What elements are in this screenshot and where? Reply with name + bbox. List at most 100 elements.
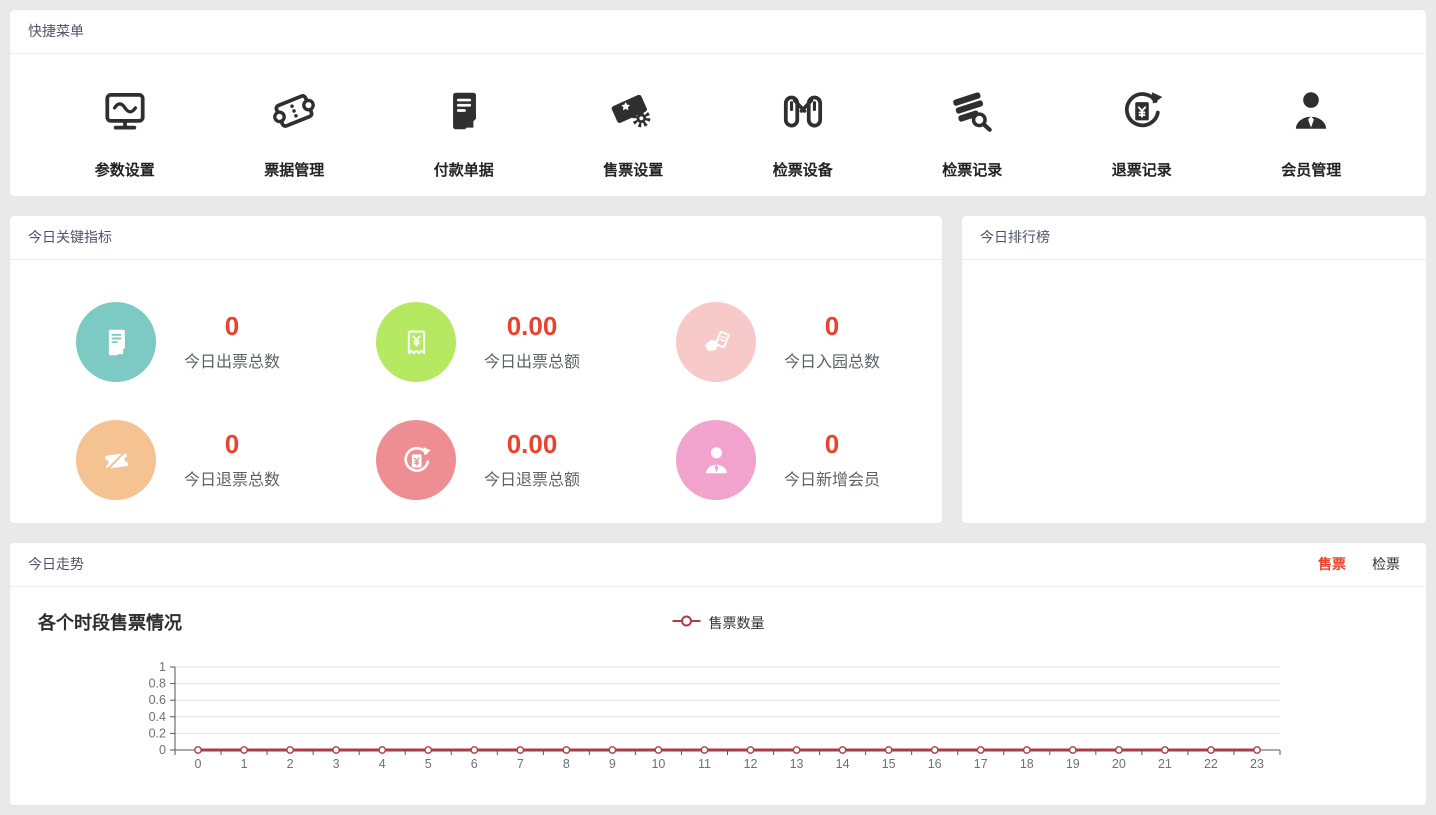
stat-label: 今日退票总额: [484, 466, 580, 490]
svg-text:3: 3: [333, 757, 340, 771]
svg-text:0.8: 0.8: [149, 677, 166, 691]
svg-text:0: 0: [159, 743, 166, 757]
dashboard-page: 快捷菜单 参数设置 票据管理 付款单据 售票设置 检票设备 检票记录 退票记录 会员管理 今日…: [0, 0, 1436, 815]
svg-text:22: 22: [1204, 757, 1218, 771]
member-icon: [1286, 86, 1336, 138]
ranking-title: 今日排行榜: [962, 216, 1426, 260]
stat-label: 今日退票总数: [184, 466, 280, 490]
stat-label: 今日入园总数: [784, 348, 880, 372]
stat-value: 0.00: [507, 430, 558, 459]
receipt-yen-white-icon: [376, 302, 456, 382]
ticket-gear-icon: [608, 86, 658, 138]
svg-text:17: 17: [974, 757, 988, 771]
svg-text:14: 14: [836, 757, 850, 771]
svg-text:15: 15: [882, 757, 896, 771]
refund-cycle-icon: [1117, 86, 1167, 138]
svg-text:18: 18: [1020, 757, 1034, 771]
svg-text:0: 0: [195, 757, 202, 771]
svg-text:0.2: 0.2: [149, 726, 166, 740]
stat-item: 0 今日出票总数: [76, 302, 376, 382]
quick-menu-item[interactable]: 售票设置: [578, 86, 688, 180]
ticket-tilted-icon: [269, 86, 319, 138]
refund-cycle-white-icon: [376, 420, 456, 500]
quick-menu-item[interactable]: 退票记录: [1087, 86, 1197, 180]
quick-menu-item[interactable]: 票据管理: [239, 86, 349, 180]
quick-menu-item-label: 票据管理: [239, 159, 349, 180]
trend-title: 今日走势: [28, 543, 84, 586]
quick-menu-item-label: 检票记录: [917, 159, 1027, 180]
quick-menu-item[interactable]: 检票设备: [748, 86, 858, 180]
stat-label: 今日新增会员: [784, 466, 880, 490]
svg-text:0.6: 0.6: [149, 693, 166, 707]
trend-tab-active[interactable]: 售票: [1318, 543, 1346, 586]
svg-text:8: 8: [563, 757, 570, 771]
middle-row: 今日关键指标 0 今日出票总数 0.00 今日出票总额 0 今日入园总数 0 今日退票总数 0.…: [10, 216, 1426, 523]
quick-menu-item[interactable]: 付款单据: [409, 86, 519, 180]
ticket-slash-white-icon: [76, 420, 156, 500]
document-white-icon: [76, 302, 156, 382]
quick-menu-item-label: 检票设备: [748, 159, 858, 180]
ranking-card: 今日排行榜: [962, 216, 1426, 523]
stat-item: 0 今日新增会员: [676, 420, 976, 500]
stat-item: 0.00 今日退票总额: [376, 420, 676, 500]
member-white-icon: [676, 420, 756, 500]
stat-label: 今日出票总数: [184, 348, 280, 372]
svg-text:0.4: 0.4: [149, 710, 166, 724]
stat-value: 0.00: [507, 312, 558, 341]
stat-value: 0: [825, 430, 839, 459]
quick-menu-item[interactable]: 参数设置: [70, 86, 180, 180]
stat-item: 0 今日退票总数: [76, 420, 376, 500]
trend-header: 今日走势 售票检票: [10, 543, 1426, 587]
svg-text:16: 16: [928, 757, 942, 771]
trend-tabs: 售票检票: [1318, 543, 1408, 586]
svg-text:10: 10: [651, 757, 665, 771]
quick-menu-title: 快捷菜单: [10, 10, 1426, 54]
chart-legend[interactable]: 售票数量: [672, 613, 765, 633]
document-lines-icon: [439, 86, 489, 138]
svg-text:21: 21: [1158, 757, 1172, 771]
stat-value: 0: [225, 430, 239, 459]
quick-menu-item[interactable]: 检票记录: [917, 86, 1027, 180]
stat-item: 0 今日入园总数: [676, 302, 976, 382]
svg-text:6: 6: [471, 757, 478, 771]
svg-text:2: 2: [287, 757, 294, 771]
svg-text:1: 1: [241, 757, 248, 771]
quick-menu-item[interactable]: 会员管理: [1256, 86, 1366, 180]
kpi-title: 今日关键指标: [10, 216, 942, 260]
turnstile-icon: [778, 86, 828, 138]
quick-menu-item-label: 退票记录: [1087, 159, 1197, 180]
stat-item: 0.00 今日出票总额: [376, 302, 676, 382]
trend-line-chart: 00.20.40.60.8101234567891011121314151617…: [140, 645, 1426, 780]
quick-menu-item-label: 会员管理: [1256, 159, 1366, 180]
legend-label: 售票数量: [709, 613, 765, 633]
monitor-wave-icon: [100, 86, 150, 138]
stat-value: 0: [225, 312, 239, 341]
stat-value: 0: [825, 312, 839, 341]
svg-text:12: 12: [744, 757, 758, 771]
svg-text:23: 23: [1250, 757, 1264, 771]
quick-menu-items: 参数设置 票据管理 付款单据 售票设置 检票设备 检票记录 退票记录 会员管理: [10, 54, 1426, 180]
kpi-card: 今日关键指标 0 今日出票总数 0.00 今日出票总额 0 今日入园总数 0 今日退票总数 0.…: [10, 216, 942, 523]
legend-circle: [682, 616, 691, 625]
svg-text:5: 5: [425, 757, 432, 771]
stat-label: 今日出票总额: [484, 348, 580, 372]
quick-menu-item-label: 参数设置: [70, 159, 180, 180]
svg-text:20: 20: [1112, 757, 1126, 771]
legend-line-marker-icon: [672, 614, 702, 633]
svg-text:1: 1: [159, 660, 166, 674]
quick-menu-item-label: 付款单据: [409, 159, 519, 180]
svg-text:4: 4: [379, 757, 386, 771]
svg-text:19: 19: [1066, 757, 1080, 771]
svg-text:13: 13: [790, 757, 804, 771]
quick-menu-item-label: 售票设置: [578, 159, 688, 180]
svg-text:9: 9: [609, 757, 616, 771]
hand-ticket-white-icon: [676, 302, 756, 382]
ticket-search-icon: [947, 86, 997, 138]
quick-menu-card: 快捷菜单 参数设置 票据管理 付款单据 售票设置 检票设备 检票记录 退票记录 会员管理: [10, 10, 1426, 196]
trend-tab-inactive[interactable]: 检票: [1372, 543, 1400, 586]
svg-text:7: 7: [517, 757, 524, 771]
trend-card: 今日走势 售票检票 各个时段售票情况 售票数量 00.20.40.60.8101…: [10, 543, 1426, 805]
svg-text:11: 11: [698, 757, 711, 771]
kpi-stats: 0 今日出票总数 0.00 今日出票总额 0 今日入园总数 0 今日退票总数 0.00 今日退票总…: [10, 260, 942, 500]
trend-body: 各个时段售票情况 售票数量 00.20.40.60.81012345678910…: [10, 587, 1426, 780]
